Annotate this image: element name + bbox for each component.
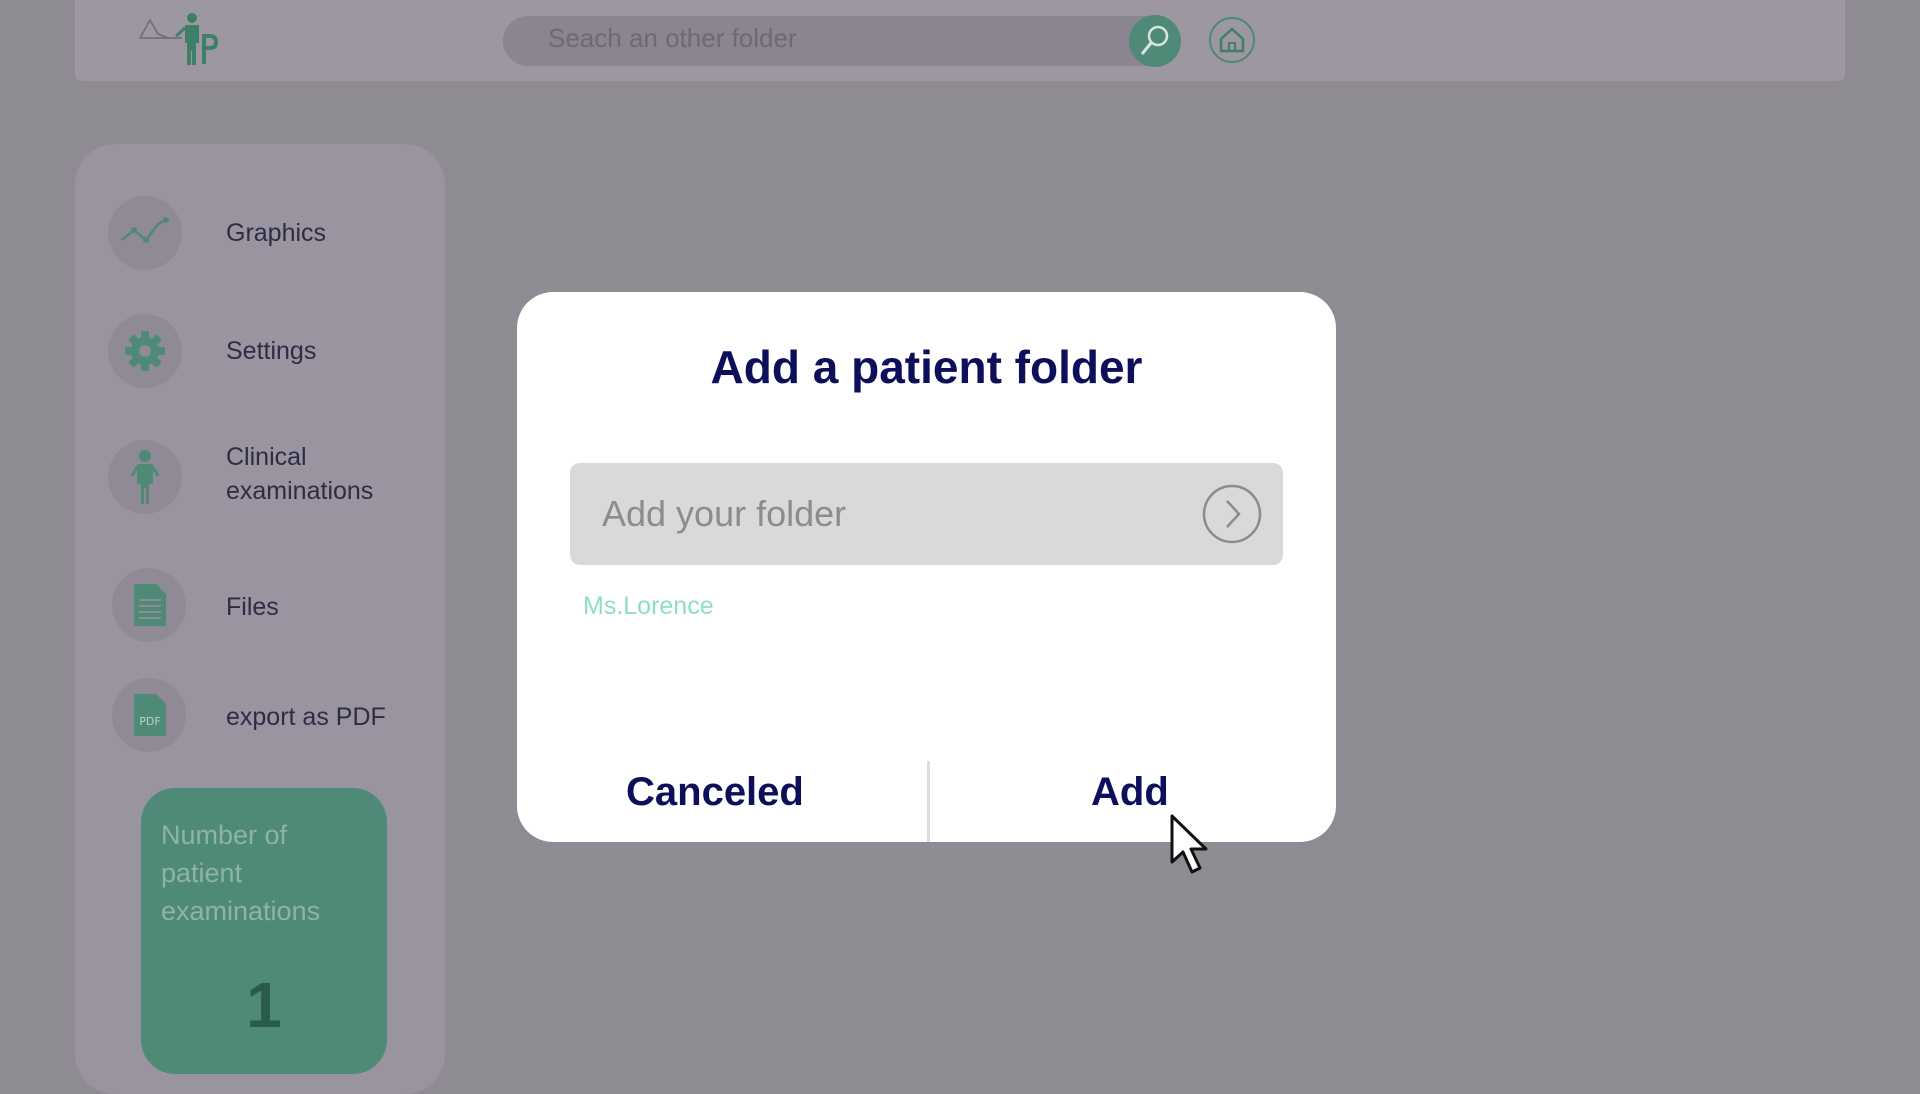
pdf-icon: PDF	[134, 694, 166, 736]
svg-text:PDF: PDF	[139, 715, 160, 728]
sidebar-icon-circle	[108, 440, 182, 514]
chevron-right-icon[interactable]	[1201, 483, 1263, 545]
home-icon	[1219, 27, 1245, 53]
folder-input-placeholder: Add your folder	[602, 493, 847, 534]
search-icon	[1140, 25, 1169, 55]
mouse-cursor-icon	[1170, 814, 1208, 874]
sidebar-item-label: Settings	[226, 337, 317, 365]
search-input[interactable]: Seach an other folder	[548, 23, 797, 54]
sidebar-item-label: export as PDF	[226, 703, 386, 731]
sidebar-icon-circle	[108, 196, 182, 270]
line-chart-icon	[121, 217, 169, 243]
sidebar-item-label: Graphics	[226, 219, 327, 247]
counter-value: 1	[246, 969, 282, 1041]
dialog-title: Add a patient folder	[710, 341, 1143, 393]
home-button[interactable]	[1209, 17, 1255, 63]
sidebar-item-label: Files	[226, 593, 279, 621]
folder-name-input[interactable]: Add your folder	[570, 463, 1283, 565]
sidebar-icon-circle	[108, 314, 182, 388]
search-button[interactable]	[1129, 15, 1181, 67]
button-divider	[927, 761, 930, 842]
document-icon	[134, 584, 166, 626]
sidebar-item-label: Clinical examinations	[226, 443, 374, 505]
folder-suggestion[interactable]: Ms.Lorence	[583, 592, 714, 621]
doctor-logo-icon	[139, 13, 218, 65]
sidebar-icon-circle	[112, 568, 186, 642]
add-button[interactable]: Add	[1091, 770, 1169, 815]
sidebar-icon-circle: PDF	[112, 678, 186, 752]
gear-icon	[125, 331, 165, 371]
counter-label: Number of patient examinations	[161, 820, 321, 926]
person-icon	[130, 450, 160, 504]
cancel-button[interactable]: Canceled	[626, 770, 804, 815]
add-folder-dialog: Add a patient folder Add your folder Ms.…	[517, 292, 1336, 842]
examinations-counter: Number of patient examinations 1	[141, 788, 387, 1074]
